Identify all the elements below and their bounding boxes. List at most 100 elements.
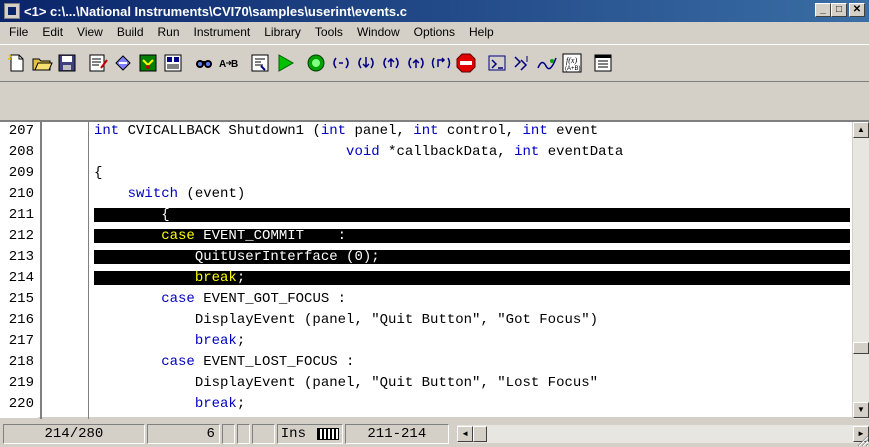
line-number: 211 xyxy=(8,207,34,223)
scroll-up-button[interactable]: ▲ xyxy=(853,122,869,138)
replace-icon[interactable]: AB xyxy=(216,50,241,76)
debug-icon[interactable] xyxy=(135,50,160,76)
line-number: 219 xyxy=(8,375,34,391)
code-line[interactable]: { xyxy=(94,208,850,222)
menu-window[interactable]: Window xyxy=(350,25,407,39)
resize-grip-icon[interactable] xyxy=(855,433,869,447)
new-file-icon[interactable] xyxy=(4,50,29,76)
line-number: 208 xyxy=(8,144,34,160)
code-editor[interactable]: 207 208 209 210 211 212 213 214 215 216 … xyxy=(0,120,869,419)
scroll-down-button[interactable]: ▼ xyxy=(853,402,869,418)
finish-icon[interactable] xyxy=(428,50,453,76)
keyboard-icon xyxy=(316,427,339,440)
code-line[interactable]: switch (event) xyxy=(94,187,850,201)
keyword-token: int xyxy=(514,144,540,160)
keyword-token: int xyxy=(522,124,548,139)
menu-options[interactable]: Options xyxy=(407,25,462,39)
app-icon[interactable] xyxy=(4,3,20,19)
code-line[interactable]: DisplayEvent (panel, "Quit Button", "Got… xyxy=(94,313,850,327)
code-line[interactable]: break; xyxy=(94,397,850,411)
line-number: 217 xyxy=(8,333,34,349)
edit-icon[interactable] xyxy=(85,50,110,76)
line-number: 216 xyxy=(8,312,34,328)
code-line[interactable]: { xyxy=(94,166,850,180)
scroll-thumb-horizontal[interactable] xyxy=(473,425,488,442)
keyword-token: case xyxy=(161,354,195,370)
vertical-scrollbar[interactable]: ▲ ▼ xyxy=(852,122,869,419)
keyword-token: break xyxy=(194,396,237,412)
keyword-token: switch xyxy=(127,186,179,202)
menu-library[interactable]: Library xyxy=(257,25,308,39)
window-title: <1> c:\...\National Instruments\CVI70\sa… xyxy=(24,3,407,19)
code-token: { xyxy=(94,165,103,181)
svg-text:(A+B): (A+B) xyxy=(565,66,581,72)
step-into-icon[interactable] xyxy=(353,50,378,76)
line-number: 220 xyxy=(8,396,34,412)
line-position: 214/280 xyxy=(3,423,145,444)
toolbar: AB f(x) (A+B) xyxy=(0,44,869,82)
breakpoint-icon[interactable] xyxy=(303,50,328,76)
code-token: (event) xyxy=(178,186,246,202)
save-icon[interactable] xyxy=(54,50,79,76)
compile-icon[interactable] xyxy=(110,50,135,76)
step-over-icon[interactable] xyxy=(328,50,353,76)
code-token: EVENT_LOST_FOCUS : xyxy=(194,354,355,370)
watch-icon[interactable] xyxy=(484,50,509,76)
find-icon[interactable] xyxy=(191,50,216,76)
keyword-token: break xyxy=(194,333,237,349)
code-line[interactable]: case EVENT_GOT_FOCUS : xyxy=(94,292,850,306)
code-line[interactable]: QuitUserInterface (0); xyxy=(94,250,850,264)
menu-run[interactable]: Run xyxy=(151,25,187,39)
horizontal-scrollbar[interactable]: ◄ ► xyxy=(457,424,869,443)
scroll-left-button[interactable]: ◄ xyxy=(457,425,474,442)
svg-text:B: B xyxy=(231,59,238,70)
code-token: panel, xyxy=(346,124,414,139)
code-line[interactable]: break; xyxy=(94,334,850,348)
code-line[interactable]: break; xyxy=(94,271,850,285)
project-icon[interactable] xyxy=(160,50,185,76)
menu-view[interactable]: View xyxy=(70,25,110,39)
close-button[interactable]: ✕ xyxy=(849,3,865,17)
menu-file[interactable]: File xyxy=(2,25,35,39)
line-number: 213 xyxy=(8,249,34,265)
variables-icon[interactable] xyxy=(509,50,534,76)
scroll-thumb[interactable] xyxy=(853,342,869,354)
maximize-button[interactable]: □ xyxy=(831,3,847,17)
menu-build[interactable]: Build xyxy=(110,25,151,39)
code-line[interactable]: case EVENT_COMMIT : xyxy=(94,229,850,243)
trace-icon[interactable] xyxy=(534,50,559,76)
menu-edit[interactable]: Edit xyxy=(35,25,70,39)
line-number: 209 xyxy=(8,165,34,181)
code-line[interactable]: DisplayEvent (panel, "Quit Button", "Los… xyxy=(94,376,850,390)
title-bar: <1> c:\...\National Instruments\CVI70\sa… xyxy=(0,0,869,22)
code-token: DisplayEvent (panel, "Quit Button", "Los… xyxy=(94,375,599,391)
keyword-token: break xyxy=(194,270,237,286)
stop-icon[interactable] xyxy=(453,50,478,76)
menu-instrument[interactable]: Instrument xyxy=(187,25,258,39)
function-panel-icon[interactable]: f(x) (A+B) xyxy=(559,50,584,76)
menu-help[interactable]: Help xyxy=(462,25,501,39)
code-line[interactable]: case EVENT_LOST_FOCUS : xyxy=(94,355,850,369)
menu-tools[interactable]: Tools xyxy=(308,25,350,39)
open-folder-icon[interactable] xyxy=(29,50,54,76)
code-token: event xyxy=(547,124,599,139)
minimize-button[interactable]: _ xyxy=(815,3,831,17)
code-line[interactable]: void *callbackData, int eventData xyxy=(94,145,850,159)
run-icon[interactable] xyxy=(272,50,297,76)
status-cell-blank xyxy=(221,423,236,444)
go-icon[interactable] xyxy=(403,50,428,76)
insert-mode-label: Ins xyxy=(280,425,306,442)
code-token: QuitUserInterface (0); xyxy=(94,249,380,265)
code-area[interactable]: int CVICALLBACK Shutdown1 (int panel, in… xyxy=(94,124,850,418)
column-position: 6 xyxy=(146,423,220,444)
step-out-icon[interactable] xyxy=(378,50,403,76)
code-token: eventData xyxy=(539,144,624,160)
window-icon[interactable] xyxy=(590,50,615,76)
build-icon[interactable] xyxy=(247,50,272,76)
line-number: 214 xyxy=(8,270,34,286)
code-line[interactable]: int CVICALLBACK Shutdown1 (int panel, in… xyxy=(94,124,850,138)
status-cell-blank xyxy=(237,423,251,444)
